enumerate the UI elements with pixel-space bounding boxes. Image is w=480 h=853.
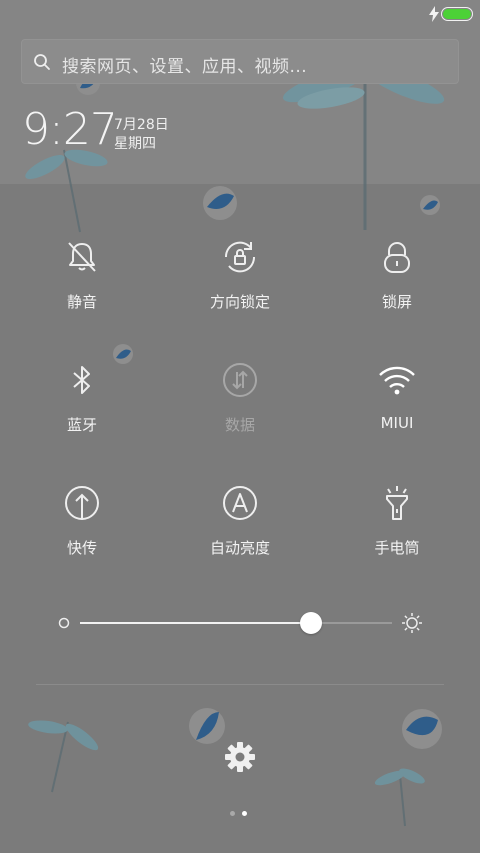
page-indicator [230, 811, 252, 819]
brightness-fill [80, 622, 311, 624]
flashlight-icon [386, 486, 408, 520]
brightness-slider[interactable] [56, 608, 426, 638]
auto-brightness-icon [223, 486, 257, 520]
wifi-icon [379, 366, 415, 395]
mobile-data-icon [223, 363, 257, 397]
search-bar[interactable]: 搜索网页、设置、应用、视频... [21, 39, 459, 84]
toggle-label: 手电筒 [374, 539, 420, 557]
toggle-silent[interactable]: 静音 [12, 237, 152, 327]
dragonfly-illustration [374, 768, 425, 827]
toggle-label: 快传 [66, 539, 97, 557]
toggle-label: 蓝牙 [66, 416, 97, 434]
lock-icon [384, 242, 410, 273]
toggle-label: 方向锁定 [209, 293, 270, 311]
toggle-label: 锁屏 [381, 293, 412, 311]
weekday-label: 星期四 [114, 136, 156, 152]
toggle-label: 自动亮度 [209, 539, 270, 557]
divider [36, 684, 444, 685]
bell-off-icon [68, 242, 96, 272]
bluetooth-icon [73, 366, 90, 394]
toggle-wifi[interactable]: MIUI [327, 360, 467, 450]
battery-icon [441, 7, 473, 21]
toggle-flashlight[interactable]: 手电筒 [327, 483, 467, 573]
status-bar [0, 0, 480, 28]
lightning-icon [429, 6, 439, 22]
toggle-label: 数据 [224, 416, 255, 434]
brightness-high-icon [402, 613, 422, 633]
brightness-thumb[interactable] [299, 612, 322, 634]
toggle-label: MIUI [380, 414, 414, 432]
toggle-label: 静音 [66, 293, 97, 311]
page-dot [242, 811, 247, 816]
toggle-quick-transfer[interactable]: 快传 [12, 483, 152, 573]
rotation-lock-icon [224, 241, 256, 273]
search-icon [34, 54, 50, 70]
date-block: 7月28日 星期四 [114, 116, 169, 154]
quick-transfer-icon [65, 486, 99, 520]
brightness-track[interactable] [80, 612, 392, 634]
date-label: 7月28日 [114, 117, 169, 133]
brightness-low-icon [58, 617, 70, 629]
toggle-rotation-lock[interactable]: 方向锁定 [170, 237, 310, 327]
gear-icon[interactable] [224, 741, 256, 773]
toggle-lock-screen[interactable]: 锁屏 [327, 237, 467, 327]
toggle-bluetooth[interactable]: 蓝牙 [12, 360, 152, 450]
dragonfly-illustration [28, 720, 99, 793]
page-dot [230, 811, 235, 816]
search-placeholder: 搜索网页、设置、应用、视频... [62, 57, 308, 77]
toggle-mobile-data[interactable]: 数据 [170, 360, 310, 450]
clock-time: 9:27 [22, 104, 118, 155]
toggle-auto-brightness[interactable]: 自动亮度 [170, 483, 310, 573]
